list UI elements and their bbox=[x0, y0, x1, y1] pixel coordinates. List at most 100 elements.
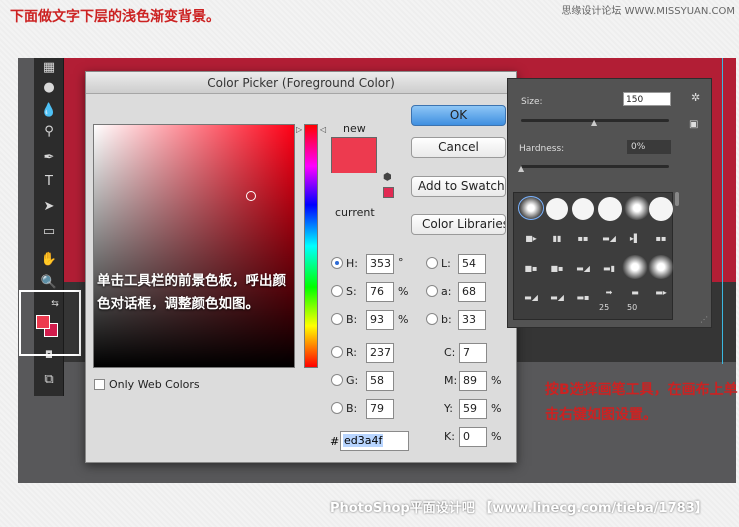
radio-lab-l[interactable] bbox=[426, 257, 438, 269]
radio-red[interactable] bbox=[331, 346, 343, 358]
only-web-colors-option[interactable]: Only Web Colors bbox=[94, 378, 200, 391]
field-label: Y: bbox=[444, 402, 453, 415]
brush-size-label: 50 bbox=[627, 303, 638, 312]
brush-preset[interactable] bbox=[598, 197, 622, 221]
brush-preset-icon[interactable]: ■▸ bbox=[518, 227, 544, 251]
brush-preset[interactable] bbox=[572, 198, 594, 220]
foreground-color-swatch[interactable] bbox=[36, 315, 50, 329]
brush-preset[interactable] bbox=[518, 196, 544, 220]
pen-tool-icon[interactable]: ✒ bbox=[38, 148, 60, 168]
hardness-input[interactable]: 0% bbox=[627, 140, 671, 154]
brush-preset[interactable] bbox=[622, 255, 648, 279]
gradient-tool-icon[interactable]: ▦ bbox=[38, 58, 60, 78]
lab-b-field[interactable]: 33 bbox=[458, 310, 486, 330]
brush-preset-icon[interactable]: ▬ bbox=[622, 281, 648, 305]
color-picker-dialog: Color Picker (Foreground Color) ▷ ◁ new … bbox=[85, 71, 517, 463]
yellow-field[interactable]: 59 bbox=[459, 399, 487, 419]
brush-preset-icon[interactable]: ▬◢ bbox=[544, 286, 570, 310]
blur-tool-icon[interactable]: 💧 bbox=[38, 101, 60, 121]
rectangle-tool-icon[interactable]: ▭ bbox=[38, 222, 60, 242]
field-unit: % bbox=[491, 374, 502, 387]
screen-mode-icon[interactable]: ⧉ bbox=[38, 370, 60, 390]
size-slider-handle[interactable]: ▲ bbox=[591, 118, 597, 127]
brush-preset-icon[interactable]: ▬◢ bbox=[596, 227, 622, 251]
brush-preset-icon[interactable]: ▬▮ bbox=[596, 257, 622, 281]
dodge-tool-icon[interactable]: ⚲ bbox=[38, 122, 60, 142]
guide-line bbox=[722, 58, 723, 364]
ok-button[interactable]: OK bbox=[411, 105, 506, 126]
field-label: b: bbox=[441, 313, 452, 326]
highlight-box bbox=[19, 290, 81, 356]
cancel-button[interactable]: Cancel bbox=[411, 137, 506, 158]
gear-icon[interactable]: ✲ bbox=[691, 91, 700, 104]
footer-credit: PhotoShop平面设计吧 【www.linecg.com/tieba/178… bbox=[330, 501, 708, 516]
hex-input[interactable]: ed3a4f bbox=[340, 431, 409, 451]
brush-preset[interactable] bbox=[624, 196, 650, 220]
field-label: K: bbox=[444, 430, 455, 443]
web-safe-color-swatch[interactable] bbox=[383, 187, 394, 198]
brush-preset-icon[interactable]: ▬◢ bbox=[518, 286, 544, 310]
black-field[interactable]: 0 bbox=[459, 427, 487, 447]
hand-tool-icon[interactable]: ✋ bbox=[38, 250, 60, 270]
size-input[interactable]: 150 bbox=[623, 92, 671, 106]
hardness-slider[interactable] bbox=[521, 165, 669, 168]
saturation-brightness-field[interactable] bbox=[93, 124, 295, 368]
annotation-brush: 按B选择画笔工具，在画布上单击右键如图设置。 bbox=[545, 382, 738, 423]
page-title: 下面做文字下层的浅色渐变背景。 bbox=[10, 9, 220, 25]
brush-preset-icon[interactable]: ▪▪ bbox=[570, 227, 596, 251]
hardness-label: Hardness: bbox=[519, 144, 565, 154]
new-preset-icon[interactable]: ▣ bbox=[689, 119, 698, 130]
lab-l-field[interactable]: 54 bbox=[458, 254, 486, 274]
radio-lab-b[interactable] bbox=[426, 313, 438, 325]
field-label: a: bbox=[441, 285, 452, 298]
path-selection-icon[interactable]: ➤ bbox=[38, 197, 60, 217]
only-web-colors-checkbox[interactable] bbox=[94, 379, 105, 390]
brightness-field[interactable]: 93 bbox=[366, 310, 394, 330]
brush-preset-icon[interactable]: ▮▮ bbox=[544, 227, 570, 251]
brush-preset-icon[interactable]: ➡ bbox=[596, 281, 622, 305]
field-unit: ° bbox=[398, 256, 404, 269]
radio-green[interactable] bbox=[331, 374, 343, 386]
hardness-slider-handle[interactable]: ▲ bbox=[518, 164, 524, 173]
brush-preset[interactable] bbox=[648, 255, 674, 279]
hex-value: ed3a4f bbox=[343, 434, 384, 447]
radio-saturation[interactable] bbox=[331, 285, 343, 297]
radio-blue[interactable] bbox=[331, 402, 343, 414]
brush-preset-icon[interactable]: ▬▸ bbox=[648, 281, 674, 305]
brush-preset-icon[interactable]: ▸▌ bbox=[622, 227, 648, 251]
brush-preset-icon[interactable]: ▬▪ bbox=[570, 286, 596, 310]
radio-lab-a[interactable] bbox=[426, 285, 438, 297]
new-color-label: new bbox=[343, 122, 366, 135]
radio-brightness[interactable] bbox=[331, 313, 343, 325]
blue-field[interactable]: 79 bbox=[366, 399, 394, 419]
hue-slider[interactable] bbox=[304, 124, 318, 368]
new-color-swatch bbox=[331, 137, 377, 173]
type-tool-icon[interactable]: T bbox=[38, 172, 60, 192]
blur-tool-icon[interactable]: ● bbox=[38, 78, 60, 98]
brush-preset-icon[interactable]: ■▪ bbox=[518, 257, 544, 281]
brush-preset[interactable] bbox=[546, 198, 568, 220]
lab-a-field[interactable]: 68 bbox=[458, 282, 486, 302]
red-field[interactable]: 237 bbox=[366, 343, 394, 363]
color-picker-marker[interactable] bbox=[246, 191, 256, 201]
hue-field[interactable]: 353 bbox=[366, 254, 394, 274]
brush-preset[interactable] bbox=[649, 197, 673, 221]
resize-grip-icon[interactable]: ⋰ bbox=[700, 315, 708, 324]
field-unit: % bbox=[491, 402, 502, 415]
size-label: Size: bbox=[521, 97, 543, 107]
saturation-field[interactable]: 76 bbox=[366, 282, 394, 302]
watermark: 思缘设计论坛 WWW.MISSYUAN.COM bbox=[561, 6, 735, 17]
web-safe-cube-icon[interactable]: ⬢ bbox=[383, 172, 392, 183]
preset-scrollbar[interactable] bbox=[675, 192, 679, 206]
green-field[interactable]: 58 bbox=[366, 371, 394, 391]
brush-preset-icon[interactable]: ■▪ bbox=[544, 257, 570, 281]
magenta-field[interactable]: 89 bbox=[459, 371, 487, 391]
brush-preset-icon[interactable]: ▬◢ bbox=[570, 257, 596, 281]
cyan-field[interactable]: 7 bbox=[459, 343, 487, 363]
brush-preset-icon[interactable]: ▪▪ bbox=[648, 227, 674, 251]
add-to-swatches-button[interactable]: Add to Swatches bbox=[411, 176, 506, 197]
hue-slider-right-arrow-icon[interactable]: ◁ bbox=[320, 125, 326, 134]
hue-slider-left-arrow-icon[interactable]: ▷ bbox=[296, 125, 302, 134]
radio-hue[interactable] bbox=[331, 257, 343, 269]
color-libraries-button[interactable]: Color Libraries bbox=[411, 214, 506, 235]
